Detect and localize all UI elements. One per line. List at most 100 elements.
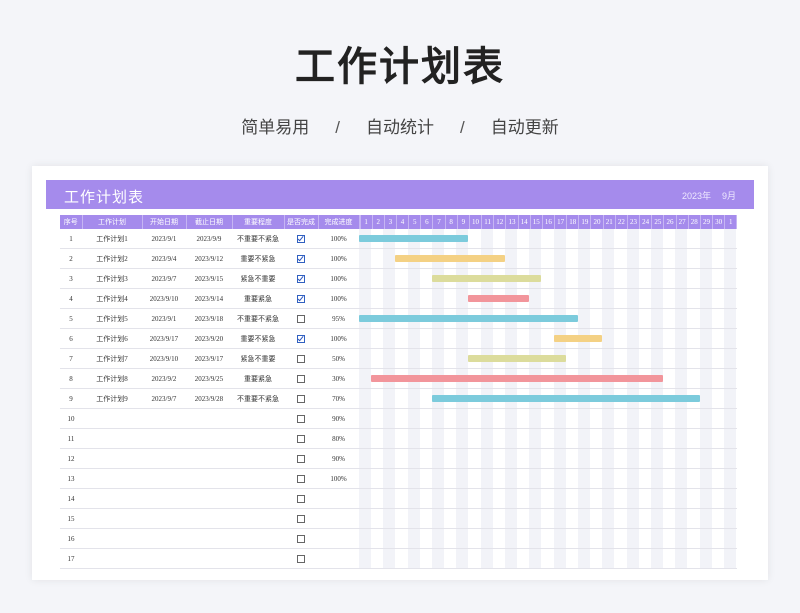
end-date-cell[interactable]: 2023/9/12 xyxy=(186,248,232,269)
priority-cell[interactable]: 重要紧急 xyxy=(232,368,284,389)
table-row[interactable]: 6 工作计划6 2023/9/17 2023/9/20 重要不紧急 100% xyxy=(60,328,737,349)
row-number-cell[interactable]: 4 xyxy=(60,288,82,309)
table-row[interactable]: 13 100% xyxy=(60,468,737,489)
task-name-cell[interactable]: 工作计划8 xyxy=(82,368,142,389)
priority-cell[interactable]: 重要不紧急 xyxy=(232,248,284,269)
task-name-cell[interactable] xyxy=(82,408,142,429)
end-date-cell[interactable] xyxy=(186,408,232,429)
end-date-cell[interactable]: 2023/9/28 xyxy=(186,388,232,409)
task-name-cell[interactable]: 工作计划3 xyxy=(82,268,142,289)
start-date-cell[interactable] xyxy=(142,448,186,469)
progress-cell[interactable] xyxy=(318,528,359,549)
priority-cell[interactable]: 不重要不紧急 xyxy=(232,229,284,249)
row-number-cell[interactable]: 6 xyxy=(60,328,82,349)
progress-cell[interactable] xyxy=(318,488,359,509)
task-name-cell[interactable]: 工作计划2 xyxy=(82,248,142,269)
start-date-cell[interactable]: 2023/9/7 xyxy=(142,268,186,289)
start-date-cell[interactable]: 2023/9/1 xyxy=(142,229,186,249)
unchecked-checkbox[interactable] xyxy=(297,394,305,403)
end-date-cell[interactable]: 2023/9/18 xyxy=(186,308,232,329)
done-cell[interactable] xyxy=(284,248,318,269)
end-date-cell[interactable] xyxy=(186,428,232,449)
progress-cell[interactable]: 100% xyxy=(318,229,359,249)
row-number-cell[interactable]: 17 xyxy=(60,548,82,569)
task-name-cell[interactable]: 工作计划5 xyxy=(82,308,142,329)
checked-checkbox[interactable] xyxy=(297,274,305,283)
progress-cell[interactable]: 80% xyxy=(318,428,359,449)
done-cell[interactable] xyxy=(284,388,318,409)
end-date-cell[interactable]: 2023/9/25 xyxy=(186,368,232,389)
done-cell[interactable] xyxy=(284,408,318,429)
table-row[interactable]: 3 工作计划3 2023/9/7 2023/9/15 紧急不重要 100% xyxy=(60,268,737,289)
end-date-cell[interactable] xyxy=(186,548,232,569)
task-name-cell[interactable] xyxy=(82,468,142,489)
start-date-cell[interactable]: 2023/9/17 xyxy=(142,328,186,349)
end-date-cell[interactable] xyxy=(186,508,232,529)
priority-cell[interactable]: 紧急不重要 xyxy=(232,268,284,289)
table-row[interactable]: 7 工作计划7 2023/9/10 2023/9/17 紧急不重要 50% xyxy=(60,348,737,369)
sheet-month[interactable]: 9月 xyxy=(722,189,736,202)
checked-checkbox[interactable] xyxy=(297,294,305,303)
progress-cell[interactable]: 100% xyxy=(318,328,359,349)
row-number-cell[interactable]: 1 xyxy=(60,229,82,249)
progress-cell[interactable]: 100% xyxy=(318,268,359,289)
task-name-cell[interactable]: 工作计划6 xyxy=(82,328,142,349)
unchecked-checkbox[interactable] xyxy=(297,534,305,543)
end-date-cell[interactable] xyxy=(186,488,232,509)
priority-cell[interactable] xyxy=(232,488,284,509)
table-row[interactable]: 15 xyxy=(60,508,737,529)
task-name-cell[interactable] xyxy=(82,508,142,529)
task-name-cell[interactable] xyxy=(82,548,142,569)
start-date-cell[interactable]: 2023/9/10 xyxy=(142,288,186,309)
done-cell[interactable] xyxy=(284,288,318,309)
done-cell[interactable] xyxy=(284,468,318,489)
priority-cell[interactable] xyxy=(232,468,284,489)
task-name-cell[interactable] xyxy=(82,448,142,469)
progress-cell[interactable]: 100% xyxy=(318,468,359,489)
table-row[interactable]: 1 工作计划1 2023/9/1 2023/9/9 不重要不紧急 100% xyxy=(60,229,737,249)
row-number-cell[interactable]: 14 xyxy=(60,488,82,509)
priority-cell[interactable] xyxy=(232,428,284,449)
done-cell[interactable] xyxy=(284,368,318,389)
row-number-cell[interactable]: 2 xyxy=(60,248,82,269)
end-date-cell[interactable]: 2023/9/9 xyxy=(186,229,232,249)
progress-cell[interactable]: 70% xyxy=(318,388,359,409)
priority-cell[interactable] xyxy=(232,548,284,569)
priority-cell[interactable] xyxy=(232,528,284,549)
priority-cell[interactable]: 不重要不紧急 xyxy=(232,308,284,329)
unchecked-checkbox[interactable] xyxy=(297,414,305,423)
start-date-cell[interactable] xyxy=(142,468,186,489)
row-number-cell[interactable]: 15 xyxy=(60,508,82,529)
start-date-cell[interactable] xyxy=(142,548,186,569)
end-date-cell[interactable] xyxy=(186,448,232,469)
start-date-cell[interactable]: 2023/9/4 xyxy=(142,248,186,269)
done-cell[interactable] xyxy=(284,229,318,249)
row-number-cell[interactable]: 9 xyxy=(60,388,82,409)
done-cell[interactable] xyxy=(284,548,318,569)
task-name-cell[interactable]: 工作计划1 xyxy=(82,229,142,249)
start-date-cell[interactable]: 2023/9/10 xyxy=(142,348,186,369)
done-cell[interactable] xyxy=(284,528,318,549)
start-date-cell[interactable]: 2023/9/1 xyxy=(142,308,186,329)
done-cell[interactable] xyxy=(284,428,318,449)
row-number-cell[interactable]: 16 xyxy=(60,528,82,549)
priority-cell[interactable]: 紧急不重要 xyxy=(232,348,284,369)
end-date-cell[interactable]: 2023/9/14 xyxy=(186,288,232,309)
table-row[interactable]: 2 工作计划2 2023/9/4 2023/9/12 重要不紧急 100% xyxy=(60,248,737,269)
start-date-cell[interactable] xyxy=(142,508,186,529)
table-row[interactable]: 11 80% xyxy=(60,428,737,449)
table-row[interactable]: 10 90% xyxy=(60,408,737,429)
progress-cell[interactable]: 50% xyxy=(318,348,359,369)
row-number-cell[interactable]: 3 xyxy=(60,268,82,289)
table-row[interactable]: 4 工作计划4 2023/9/10 2023/9/14 重要紧急 100% xyxy=(60,288,737,309)
table-row[interactable]: 9 工作计划9 2023/9/7 2023/9/28 不重要不紧急 70% xyxy=(60,388,737,409)
unchecked-checkbox[interactable] xyxy=(297,354,305,363)
priority-cell[interactable]: 不重要不紧急 xyxy=(232,388,284,409)
end-date-cell[interactable] xyxy=(186,528,232,549)
checked-checkbox[interactable] xyxy=(297,334,305,343)
start-date-cell[interactable] xyxy=(142,428,186,449)
progress-cell[interactable]: 100% xyxy=(318,248,359,269)
checked-checkbox[interactable] xyxy=(297,234,305,243)
progress-cell[interactable] xyxy=(318,508,359,529)
done-cell[interactable] xyxy=(284,268,318,289)
